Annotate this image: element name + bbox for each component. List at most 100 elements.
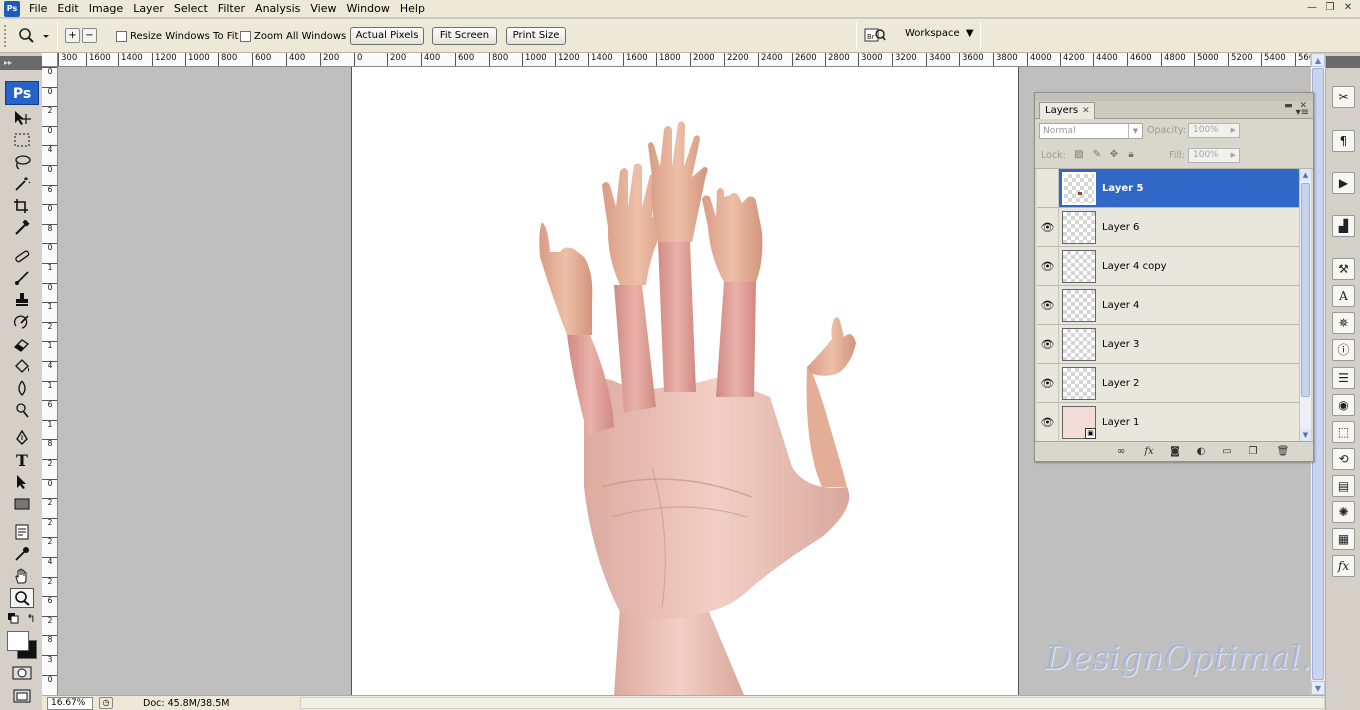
info-icon[interactable]: ⓘ — [1332, 339, 1355, 361]
paths-icon[interactable]: ⬚ — [1332, 421, 1355, 443]
workspace-menu[interactable]: Workspace ▼ — [905, 28, 974, 39]
swatches-icon[interactable]: ▦ — [1332, 528, 1355, 550]
styles-icon[interactable]: fx — [1332, 555, 1355, 577]
dodge-tool-icon[interactable] — [10, 400, 34, 420]
zoom-tool-preset-icon[interactable] — [16, 26, 52, 46]
zoom-all-check[interactable] — [240, 30, 251, 42]
channels-icon[interactable]: ◉ — [1332, 394, 1355, 416]
layers-panel-grip[interactable] — [1035, 93, 1313, 101]
clone-stamp-tool-icon[interactable] — [10, 290, 34, 310]
layer-name[interactable]: Layer 4 copy — [1102, 247, 1166, 286]
scroll-up-icon[interactable]: ▲ — [1311, 53, 1325, 67]
new-layer-icon[interactable]: ❐ — [1245, 445, 1261, 458]
zoom-all-windows-checkbox[interactable]: Zoom All Windows — [240, 29, 346, 44]
default-colors-icon[interactable] — [6, 611, 20, 625]
layer-style-icon[interactable]: fx — [1141, 445, 1157, 458]
layer-row[interactable]: 👁︎ Layer 2 — [1037, 364, 1299, 403]
crop-tool-icon[interactable] — [10, 196, 34, 216]
blur-tool-icon[interactable] — [10, 378, 34, 398]
vertical-ruler[interactable]: 00204060801012141618202224262830 — [42, 67, 58, 695]
layer-row[interactable]: 👁︎ Layer 4 — [1037, 286, 1299, 325]
lasso-tool-icon[interactable] — [10, 152, 34, 172]
zoom-out-icon[interactable]: − — [82, 28, 97, 43]
magic-wand-tool-icon[interactable] — [10, 174, 34, 194]
panel-minimize-icon[interactable]: ▬ — [1284, 101, 1293, 111]
histogram-icon[interactable]: ▟ — [1332, 215, 1355, 237]
layers-scrollbar[interactable]: ▲ ▼ — [1299, 169, 1311, 442]
notes-tool-icon[interactable] — [10, 522, 34, 542]
eye-icon[interactable]: 👁︎ — [1037, 325, 1059, 363]
layer-name[interactable]: Layer 6 — [1102, 208, 1139, 247]
move-tool-icon[interactable] — [10, 108, 34, 128]
actions-icon[interactable]: ▶ — [1332, 172, 1355, 194]
print-size-button[interactable]: Print Size — [506, 27, 566, 45]
character-icon[interactable]: A — [1332, 285, 1355, 307]
slice-tool-icon[interactable] — [10, 218, 34, 238]
rectangle-tool-icon[interactable] — [10, 494, 34, 514]
layer-thumbnail[interactable] — [1062, 250, 1096, 283]
hand-tool-icon[interactable] — [10, 566, 34, 586]
layer-name[interactable]: Layer 1 — [1102, 403, 1139, 442]
zoom-tool-icon[interactable] — [10, 588, 34, 608]
layer-name[interactable]: Layer 3 — [1102, 325, 1139, 364]
eye-icon[interactable]: 👁︎ — [1037, 403, 1059, 441]
menu-window[interactable]: Window — [341, 1, 394, 17]
fit-screen-button[interactable]: Fit Screen — [432, 27, 497, 45]
layer-row[interactable]: 👁︎ Layer 6 — [1037, 208, 1299, 247]
zoom-in-icon[interactable]: + — [65, 28, 80, 43]
history-brush-tool-icon[interactable] — [10, 312, 34, 332]
opacity-field[interactable]: 100% ▶ — [1188, 123, 1240, 138]
scroll-down-icon[interactable]: ▼ — [1311, 681, 1325, 695]
quick-mask-icon[interactable] — [10, 663, 34, 683]
menu-select[interactable]: Select — [169, 1, 213, 17]
layer-comps-icon[interactable]: ☰ — [1332, 367, 1355, 389]
menu-file[interactable]: File — [24, 1, 52, 17]
opacity-arrow-icon[interactable]: ▶ — [1231, 124, 1236, 137]
dock-grip[interactable] — [1326, 56, 1360, 68]
menu-view[interactable]: View — [305, 1, 341, 17]
layer-thumbnail[interactable] — [1062, 172, 1096, 205]
resize-windows-checkbox[interactable]: Resize Windows To Fit — [116, 29, 238, 44]
photoshop-app-icon[interactable]: Ps — [4, 0, 20, 17]
menu-filter[interactable]: Filter — [213, 1, 250, 17]
blend-mode-select[interactable]: Normal ▼ — [1039, 123, 1143, 139]
layer-row[interactable]: 👁︎ Layer 3 — [1037, 325, 1299, 364]
menu-edit[interactable]: Edit — [52, 1, 83, 17]
ruler-origin[interactable] — [42, 53, 58, 67]
type-tool-icon[interactable]: T — [10, 450, 34, 470]
fill-field[interactable]: 100% ▶ — [1188, 148, 1240, 163]
paragraph-icon[interactable]: ¶ — [1332, 130, 1355, 152]
menu-image[interactable]: Image — [84, 1, 128, 17]
status-info-icon[interactable]: ◷ — [99, 697, 113, 709]
restore-icon[interactable]: ❐ — [1322, 1, 1338, 15]
resize-windows-check[interactable] — [116, 30, 127, 42]
delete-layer-icon[interactable]: 🗑︎ — [1275, 445, 1291, 458]
swap-colors-icon[interactable]: ↰ — [24, 611, 38, 625]
color-icon[interactable]: ✺ — [1332, 501, 1355, 523]
layer-name[interactable]: Layer 2 — [1102, 364, 1139, 403]
foreground-color-swatch[interactable] — [7, 631, 29, 651]
layer-row[interactable]: 👁︎ Layer 4 copy — [1037, 247, 1299, 286]
layer-row[interactable]: Layer 5 — [1037, 169, 1299, 208]
menu-analysis[interactable]: Analysis — [250, 1, 305, 17]
menu-layer[interactable]: Layer — [128, 1, 169, 17]
eyedropper-tool-icon[interactable] — [10, 544, 34, 564]
lock-transparent-icon[interactable]: ▨ — [1073, 149, 1085, 161]
tool-presets-icon[interactable]: ✂ — [1332, 86, 1355, 108]
marquee-tool-icon[interactable] — [10, 130, 34, 150]
document-canvas[interactable] — [351, 67, 1019, 695]
zoom-level-field[interactable]: 16.67% — [47, 696, 93, 710]
layer-thumbnail[interactable]: ▣ — [1062, 406, 1096, 439]
layer-thumbnail[interactable] — [1062, 367, 1096, 400]
history-icon[interactable]: ⟲ — [1332, 448, 1355, 470]
eye-icon[interactable]: 👁︎ — [1037, 364, 1059, 402]
lock-all-icon[interactable]: 🔒︎ — [1125, 149, 1137, 161]
navigator-icon[interactable]: ✵ — [1332, 312, 1355, 334]
eye-icon[interactable]: 👁︎ — [1037, 208, 1059, 246]
paint-bucket-tool-icon[interactable] — [10, 356, 34, 376]
eye-icon[interactable]: 👁︎ — [1037, 286, 1059, 324]
panel-menu-icon[interactable]: ▾≡ — [1296, 107, 1309, 118]
actual-pixels-button[interactable]: Actual Pixels — [350, 27, 424, 45]
lock-image-icon[interactable]: ✎ — [1091, 149, 1103, 161]
layer-thumbnail[interactable] — [1062, 328, 1096, 361]
